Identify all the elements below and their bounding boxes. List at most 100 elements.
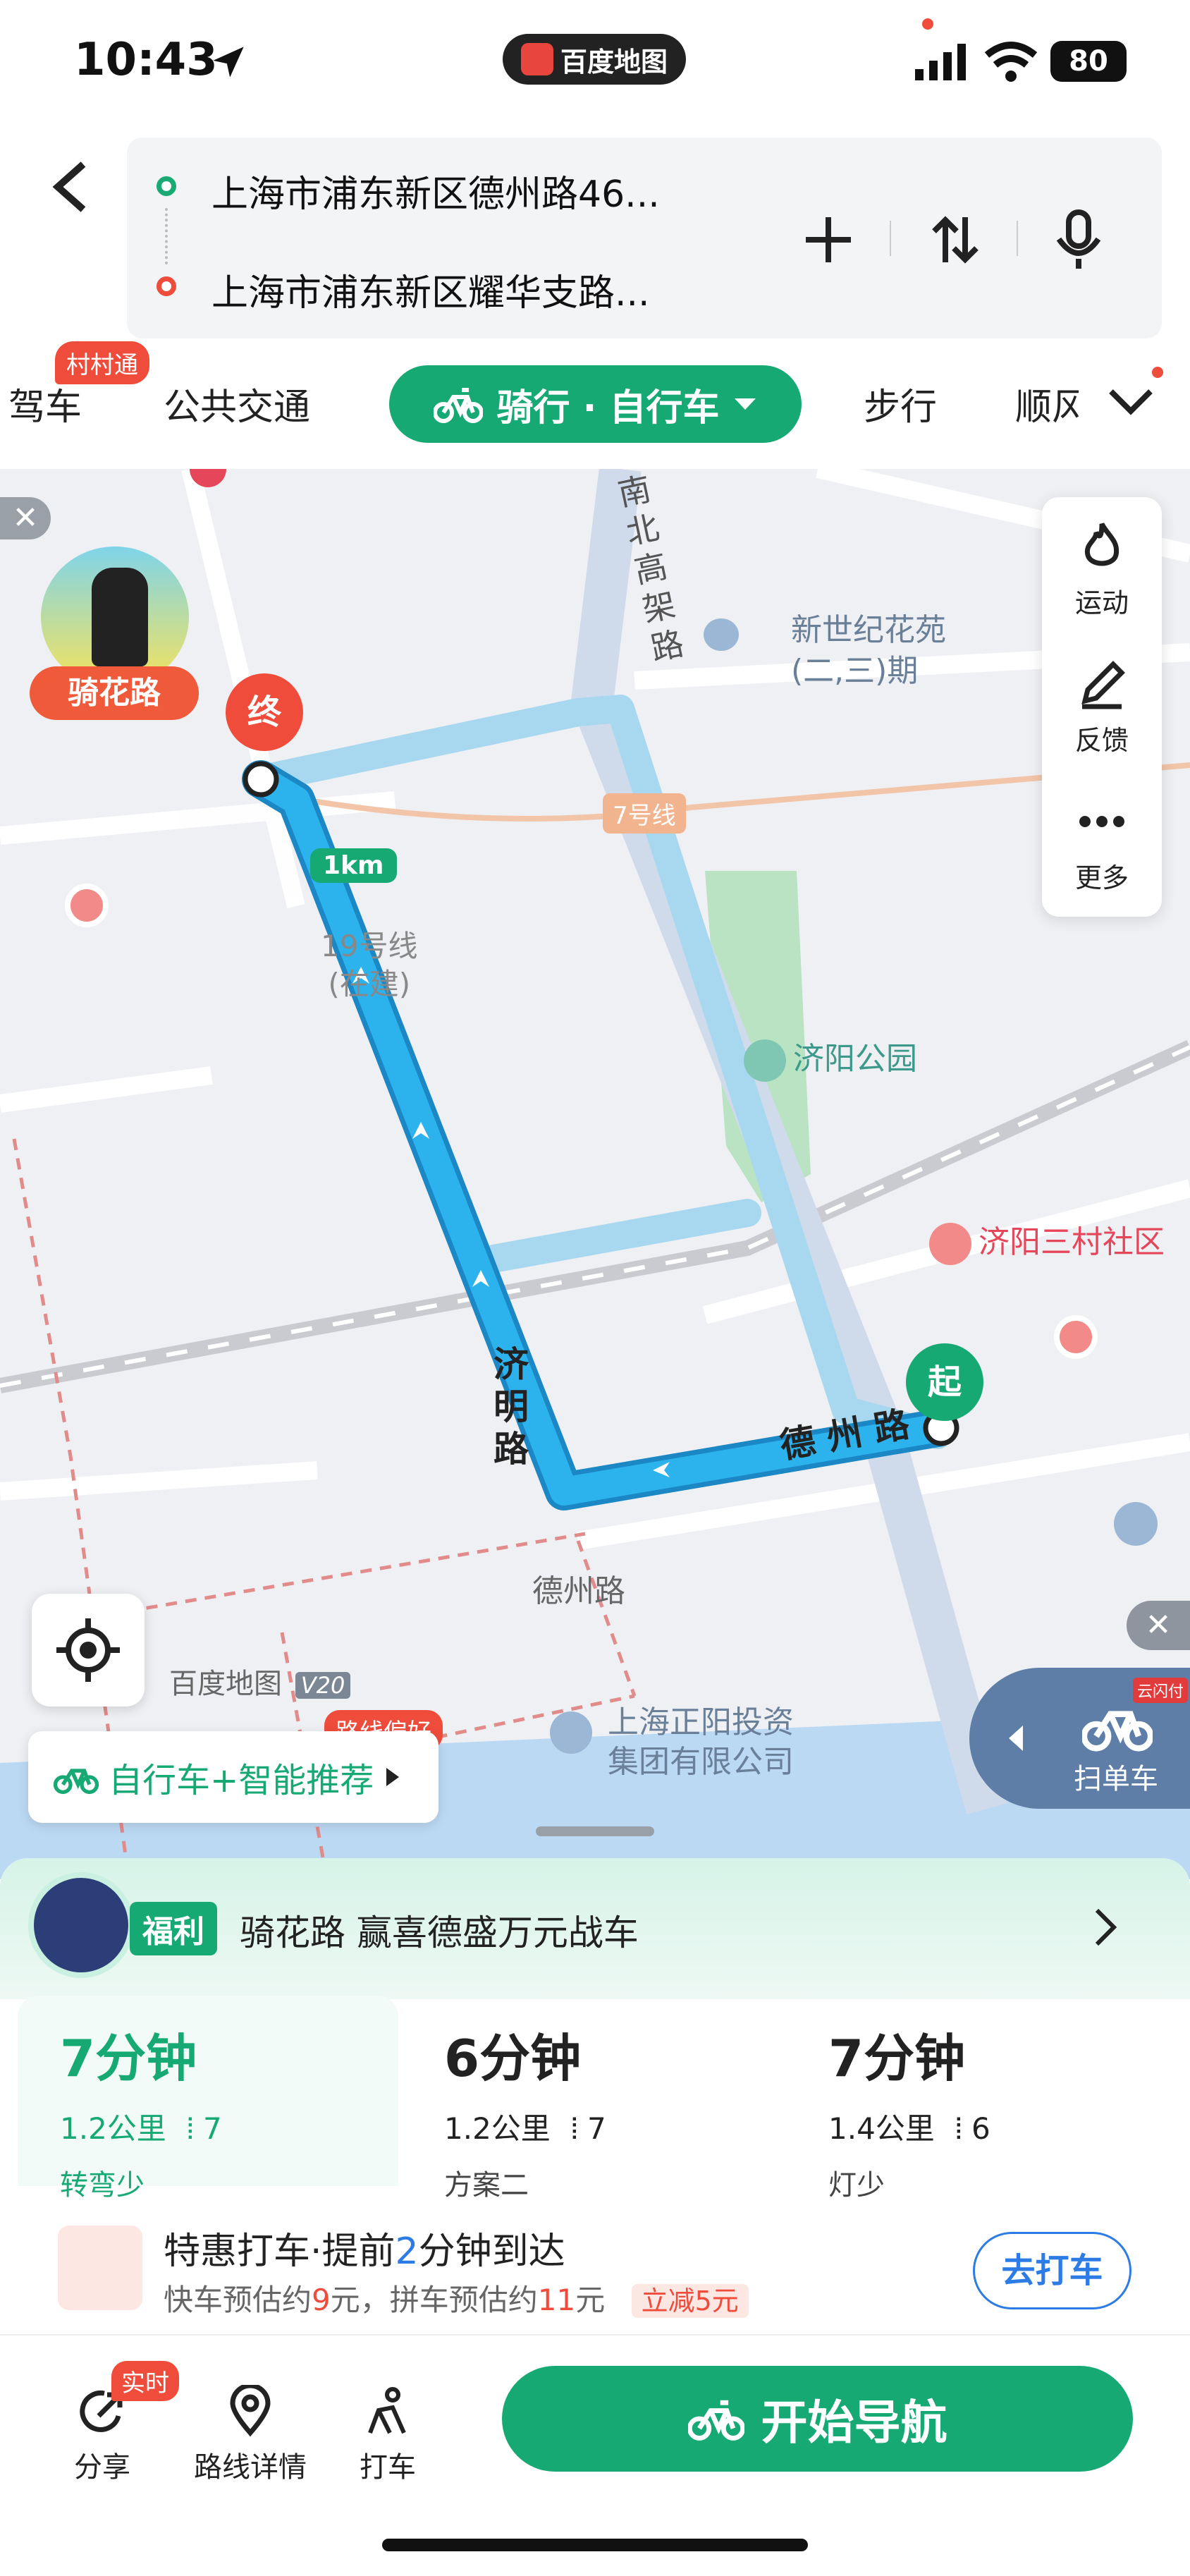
taxi-line-a: 快车预估约 [164,2283,312,2317]
plan-lights: 6 [971,2111,990,2146]
location-pin-icon [230,2383,271,2437]
map-tools-panel: 运动 反馈 更多 [1042,497,1162,917]
plan-card-2[interactable]: 6分钟 1.2公里 ⦙ 7 方案二 [402,1996,783,2202]
distance-marker: 1km [310,848,397,883]
taxi-line-c: 元 [575,2283,606,2317]
map-view[interactable]: 南北高架路 济明路 德 州 路 德州路 7号线 19号线 (在建) 新世纪花苑 (二… [0,469,1190,1879]
start-address-field[interactable]: 上海市浦东新区德州路46... [211,164,660,217]
taxi-price-a: 9 [312,2283,331,2317]
pencil-icon [1081,661,1125,709]
crosshair-icon [56,1618,120,1682]
plan-distance: 1.2公里 [444,2111,551,2146]
watermark-version: V20 [295,1672,351,1699]
start-dot-icon [157,176,176,196]
taxi-promo-row: 特惠打车·提前2分钟到达 快车预估约9元，拼车预估约11元 立减5元 去打车 [0,2193,1190,2334]
promo-text: 骑花路 赢喜德盛万元战车 [240,1912,639,1953]
close-campaign-button[interactable]: ✕ [0,497,51,539]
poi-jiyang-park[interactable]: 济阳公园 [744,1033,917,1082]
campaign-label: 骑花路 [30,666,199,720]
back-chevron-icon[interactable] [49,159,92,215]
end-marker-label: 终 [226,673,303,751]
campaign-avatar[interactable]: 骑花路 [30,547,199,730]
share-label: 分享 [74,2451,130,2484]
taxi-button[interactable]: 打车 [349,2385,427,2485]
add-waypoint-icon[interactable] [800,212,857,268]
app-name: 百度地图 [560,46,668,78]
poi-jiyang-community[interactable]: 济阳三村社区 [929,1216,1165,1265]
start-marker[interactable]: 起 [906,1343,983,1435]
promo-tag: 福利 [130,1902,217,1955]
feedback-label: 反馈 [1074,725,1129,756]
chevron-down-icon[interactable] [1107,384,1156,420]
more-button[interactable]: 更多 [1042,793,1162,895]
scan-bike-button[interactable]: 云闪付 扫单车 [969,1668,1190,1809]
metro-line-label: 7号线 [603,793,686,834]
signal-icon [915,44,966,80]
taxi-estimate: 快车预估约9元，拼车预估约11元 立减5元 [164,2276,749,2319]
cyclist-icon [92,568,148,666]
tab-cycling-label: 骑行 · 自行车 [496,386,720,429]
route-details-button[interactable]: 路线详情 [180,2383,321,2485]
scan-bike-label: 扫单车 [1074,1763,1158,1795]
taxi-icon [58,2226,142,2310]
status-bar: 10:43 百度地图 80 [0,0,1190,127]
poi-icon [65,884,109,927]
sport-button[interactable]: 运动 [1042,518,1162,620]
app-indicator-pill: 百度地图 [503,34,686,85]
taxi-title-post: 分钟到达 [418,2230,565,2273]
locate-button[interactable] [32,1594,145,1707]
clock: 10:43 [74,34,218,86]
robot-mascot-icon [28,1872,134,1978]
sheet-drag-handle[interactable] [536,1826,654,1836]
poi-xinshiji[interactable]: 新世纪花苑 (二,三)期 [704,610,946,692]
wifi-icon [984,42,1038,82]
divider [1017,221,1018,256]
tab-cycling[interactable]: 骑行 · 自行车 [389,365,802,443]
tab-drive[interactable]: 驾车 [8,377,82,430]
chevron-right-icon [1095,1908,1117,1946]
plan-time: 6分钟 [444,2029,582,2088]
end-marker[interactable]: 终 [226,673,303,765]
taxi-label: 打车 [360,2451,416,2484]
traffic-light-icon: ⦙ [571,2111,578,2146]
watermark-text: 百度地图 [169,1668,282,1700]
taxi-price-b: 11 [537,2283,576,2317]
close-scan-button[interactable]: ✕ [1127,1601,1190,1650]
traffic-light-icon: ⦙ [955,2111,962,2146]
bicycle-icon [687,2400,744,2441]
bicycle-icon [54,1769,99,1795]
home-indicator[interactable] [382,2539,808,2551]
poi-icon [1114,1502,1158,1546]
taxi-title-pre: 特惠打车·提前 [164,2230,395,2273]
route-connector [165,208,168,264]
plan-card-1[interactable]: 7分钟 1.2公里 ⦙ 7 转弯少 [18,1996,398,2202]
map-watermark: 百度地图 V20 [169,1661,351,1702]
plan-lights: 7 [202,2111,222,2146]
tab-carpool[interactable]: 顺风 [1015,377,1079,430]
baidu-maps-logo-icon [520,43,553,75]
scan-badge: 云闪付 [1133,1678,1189,1703]
start-marker-label: 起 [906,1343,983,1421]
start-navigation-label: 开始导航 [761,2395,947,2450]
end-address-field[interactable]: 上海市浦东新区耀华支路... [211,263,650,316]
start-navigation-button[interactable]: 开始导航 [502,2366,1133,2472]
tab-transit[interactable]: 公共交通 [164,377,310,430]
route-pref-button[interactable]: 自行车+智能推荐 [28,1731,438,1823]
microphone-icon[interactable] [1050,208,1107,271]
plan-time: 7分钟 [828,2029,966,2088]
more-dots-icon [1079,816,1124,827]
taxi-discount-badge: 立减5元 [631,2284,749,2318]
road-label: 德州路 [532,1573,625,1609]
flame-icon [1084,523,1120,566]
promo-banner[interactable]: 福利 骑花路 赢喜德盛万元战车 [0,1858,1190,1999]
feedback-button[interactable]: 反馈 [1042,656,1162,757]
tab-walk[interactable]: 步行 [864,377,937,430]
caret-down-icon [735,398,756,410]
sport-label: 运动 [1074,587,1129,618]
swap-icon[interactable] [927,212,983,268]
go-taxi-button[interactable]: 去打车 [973,2232,1131,2309]
poi-zhengyang[interactable]: 上海正阳投资 集团有限公司 [550,1703,794,1782]
bicycle-icon [433,388,483,423]
plan-card-3[interactable]: 7分钟 1.4公里 ⦙ 6 灯少 [786,1996,1167,2202]
plan-distance: 1.4公里 [828,2111,935,2146]
